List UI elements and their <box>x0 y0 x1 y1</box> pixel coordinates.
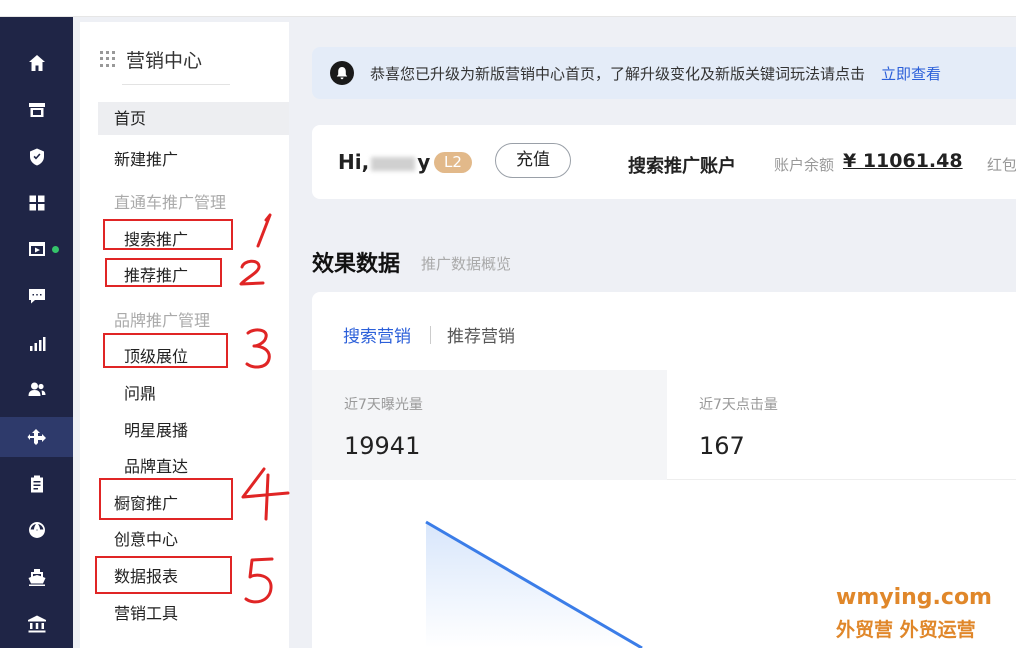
watermark-domain: wmying.com <box>836 585 992 610</box>
apps-icon <box>29 195 44 211</box>
rail-video[interactable] <box>0 229 73 269</box>
greeting-end: y <box>417 150 431 174</box>
view-now-link[interactable]: 立即查看 <box>881 63 941 84</box>
video-icon <box>28 242 45 256</box>
shield-icon <box>29 148 44 166</box>
rail-finance[interactable] <box>0 604 73 644</box>
home-icon <box>28 55 45 71</box>
rail-orders[interactable] <box>0 464 73 504</box>
metric-clicks[interactable]: 近7天点击量 167 <box>667 370 1016 480</box>
globe-icon <box>28 522 45 538</box>
tab-recommend-marketing[interactable]: 推荐营销 <box>447 322 515 347</box>
rail-customers[interactable] <box>0 369 73 409</box>
store-icon <box>28 103 45 117</box>
nav-item-home[interactable]: 首页 <box>98 102 289 135</box>
nav-item-star-broadcast[interactable]: 明星展播 <box>124 417 188 441</box>
annotation-box-3 <box>103 333 228 368</box>
rail-security[interactable] <box>0 137 73 177</box>
nav-group-brand: 品牌推广管理 <box>114 311 211 330</box>
tab-separator <box>430 326 431 344</box>
sidebar-rail <box>0 17 73 648</box>
notice-text: 恭喜您已升级为新版营销中心首页，了解升级变化及新版关键词玩法请点击 <box>370 64 866 83</box>
watermark-slogan: 外贸营 外贸运营 <box>836 619 976 641</box>
clipboard-icon <box>30 475 43 493</box>
top-strip <box>0 0 1016 17</box>
grid-icon <box>100 51 116 67</box>
bank-icon <box>27 615 46 633</box>
status-dot <box>52 246 59 253</box>
greeting: Hi, y <box>338 150 430 174</box>
promotion-icon <box>27 429 46 445</box>
annotation-box-2 <box>105 258 222 287</box>
nav-title: 营销中心 <box>126 49 203 72</box>
nav-item-wending[interactable]: 问鼎 <box>124 380 156 404</box>
rail-home[interactable] <box>0 43 73 83</box>
metric-impressions[interactable]: 近7天曝光量 19941 <box>312 370 667 480</box>
nav-item-marketing-tools[interactable]: 营销工具 <box>114 600 178 624</box>
rail-messages[interactable] <box>0 276 73 316</box>
redpack-label: 红包 <box>987 156 1016 174</box>
nav-item-new-promo[interactable]: 新建推广 <box>114 146 178 170</box>
bell-icon <box>330 61 354 85</box>
annotation-number-1 <box>256 213 272 248</box>
account-title: 搜索推广账户 <box>628 156 736 177</box>
metric-value: 167 <box>699 432 745 460</box>
greeting-start: Hi, <box>338 150 370 174</box>
chart-icon <box>29 337 45 351</box>
nav-group-ztc: 直通车推广管理 <box>114 193 227 212</box>
rail-apps[interactable] <box>0 183 73 223</box>
annotation-number-3 <box>245 328 271 369</box>
section-title: 效果数据 <box>312 252 401 277</box>
users-icon <box>28 382 45 396</box>
annotation-number-4 <box>241 467 290 521</box>
annotation-box-1 <box>103 219 233 250</box>
metric-label: 近7天点击量 <box>699 397 778 413</box>
section-subtitle: 推广数据概览 <box>421 255 512 273</box>
upgrade-notice: 恭喜您已升级为新版营销中心首页，了解升级变化及新版关键词玩法请点击 立即查看 <box>312 47 1016 99</box>
nav-header: 营销中心 <box>100 46 202 72</box>
rail-statistics[interactable] <box>0 324 73 364</box>
rail-global[interactable] <box>0 510 73 550</box>
nav-divider <box>122 84 230 85</box>
annotation-number-2 <box>239 259 265 286</box>
tab-search-marketing[interactable]: 搜索营销 <box>343 322 411 347</box>
recharge-button[interactable]: 充值 <box>495 143 571 178</box>
balance-value[interactable]: ¥ 11061.48 <box>843 150 963 172</box>
annotation-number-5 <box>244 557 274 604</box>
nav-item-creative-center[interactable]: 创意中心 <box>114 526 178 550</box>
rail-store[interactable] <box>0 90 73 130</box>
balance-label: 账户余额 <box>774 156 835 174</box>
level-badge: L2 <box>434 152 472 173</box>
redacted-username <box>371 156 416 171</box>
nav-item-brand-direct[interactable]: 品牌直达 <box>124 453 188 477</box>
metric-value: 19941 <box>344 432 421 460</box>
rail-logistics[interactable] <box>0 557 73 597</box>
account-card: Hi, y L2 充值 搜索推广账户 账户余额 ¥ 11061.48 红包 <box>312 125 1016 199</box>
message-icon <box>28 289 45 304</box>
ship-icon <box>28 569 45 586</box>
watermark: wmying.com 外贸营 外贸运营 <box>836 585 992 641</box>
annotation-box-5 <box>95 556 232 594</box>
metric-label: 近7天曝光量 <box>344 397 423 413</box>
rail-promotion[interactable] <box>0 417 73 457</box>
annotation-box-4 <box>99 478 233 520</box>
